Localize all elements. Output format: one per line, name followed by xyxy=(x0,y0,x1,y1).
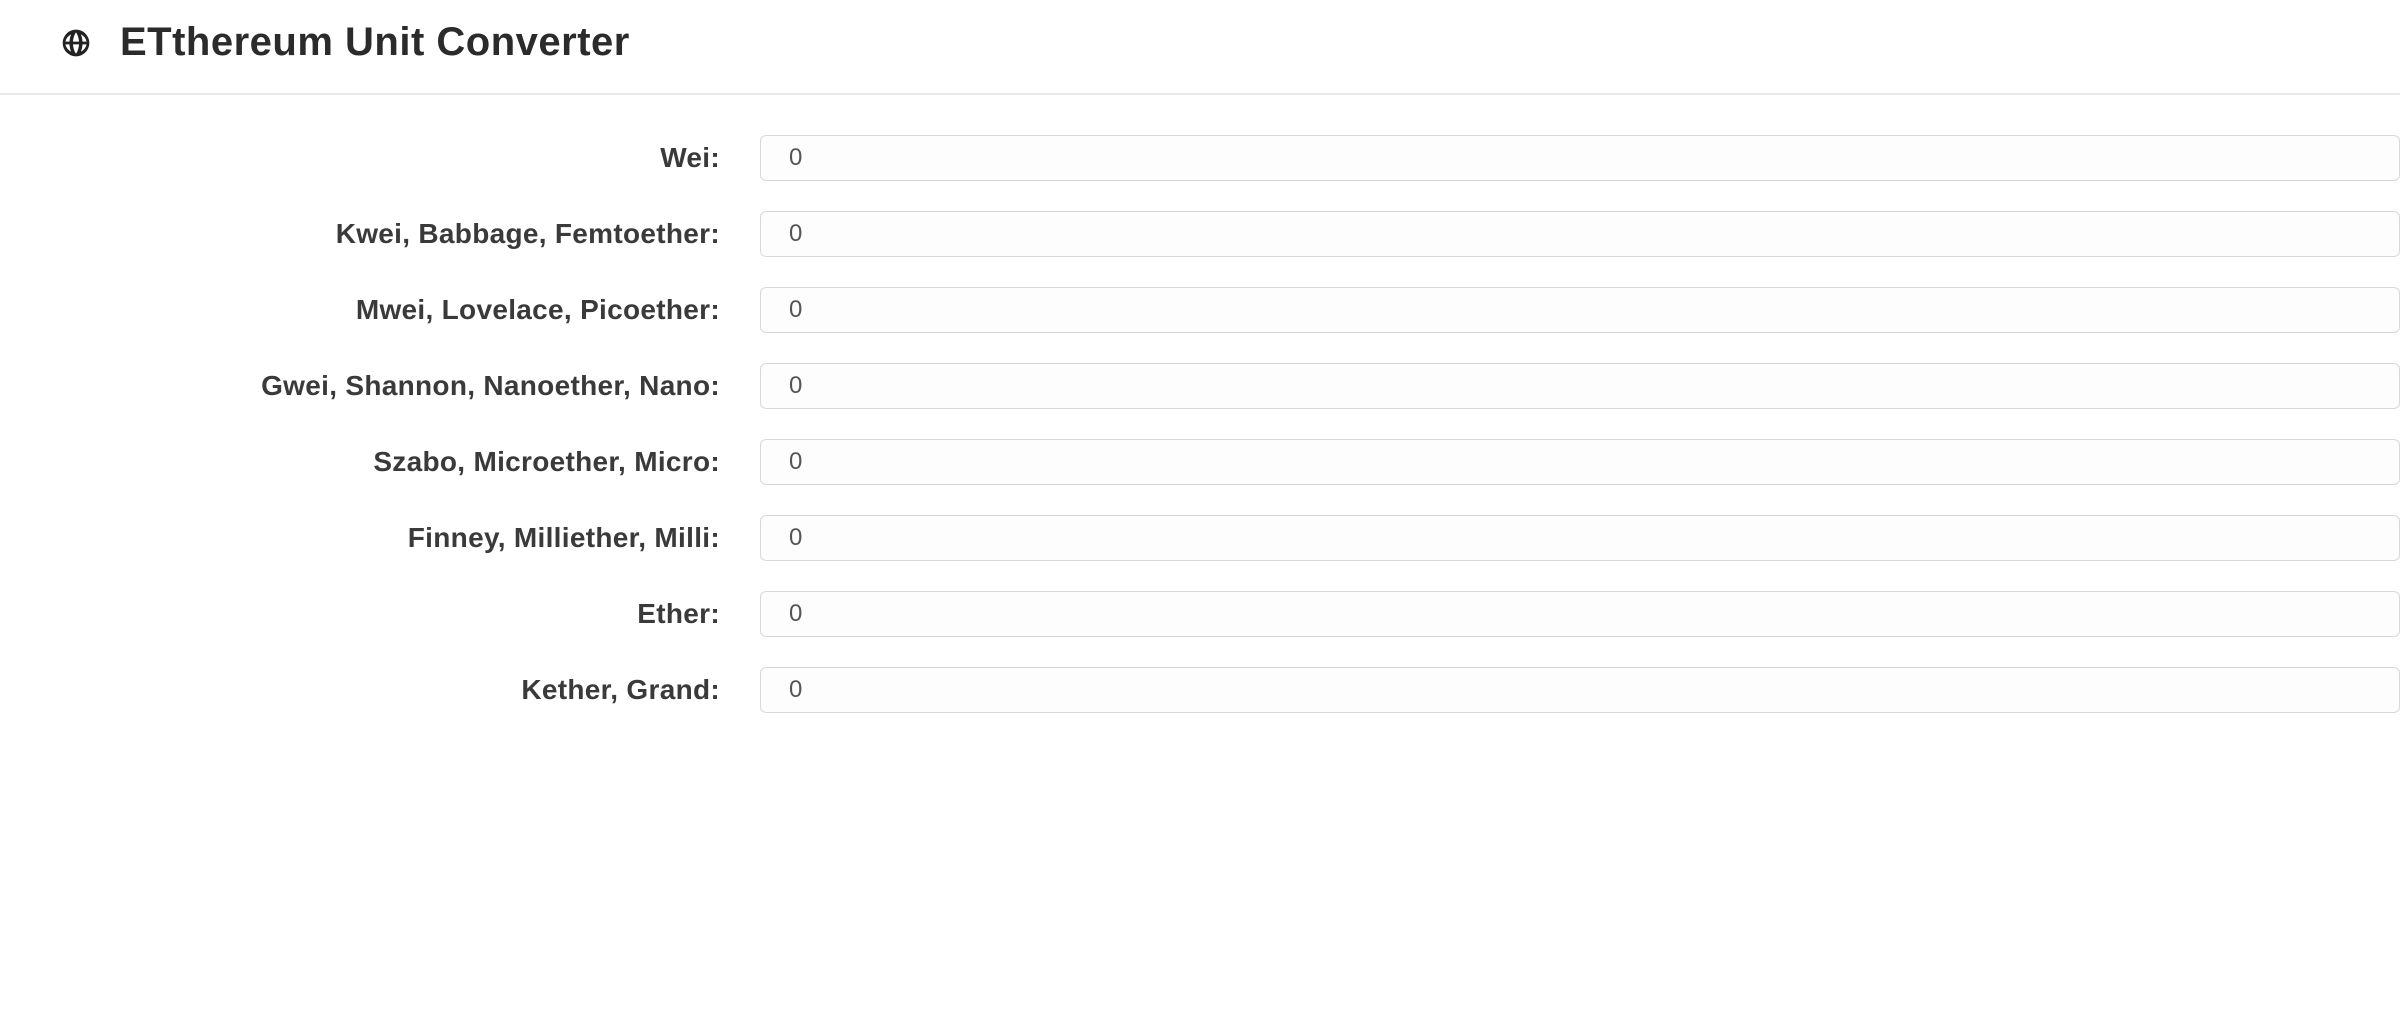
unit-row-wei: Wei: xyxy=(0,135,2400,181)
unit-input-szabo[interactable] xyxy=(760,439,2400,485)
unit-input-gwei[interactable] xyxy=(760,363,2400,409)
unit-input-mwei[interactable] xyxy=(760,287,2400,333)
unit-label-szabo: Szabo, Microether, Micro: xyxy=(0,446,760,478)
unit-row-gwei: Gwei, Shannon, Nanoether, Nano: xyxy=(0,363,2400,409)
unit-row-szabo: Szabo, Microether, Micro: xyxy=(0,439,2400,485)
unit-input-ether[interactable] xyxy=(760,591,2400,637)
unit-label-wei: Wei: xyxy=(0,142,760,174)
unit-label-kwei: Kwei, Babbage, Femtoether: xyxy=(0,218,760,250)
unit-row-ether: Ether: xyxy=(0,591,2400,637)
unit-input-wei[interactable] xyxy=(760,135,2400,181)
unit-label-finney: Finney, Milliether, Milli: xyxy=(0,522,760,554)
unit-row-kether: Kether, Grand: xyxy=(0,667,2400,713)
unit-row-kwei: Kwei, Babbage, Femtoether: xyxy=(0,211,2400,257)
unit-label-mwei: Mwei, Lovelace, Picoether: xyxy=(0,294,760,326)
unit-label-ether: Ether: xyxy=(0,598,760,630)
unit-input-kwei[interactable] xyxy=(760,211,2400,257)
unit-input-kether[interactable] xyxy=(760,667,2400,713)
unit-label-gwei: Gwei, Shannon, Nanoether, Nano: xyxy=(0,370,760,402)
unit-input-finney[interactable] xyxy=(760,515,2400,561)
unit-row-mwei: Mwei, Lovelace, Picoether: xyxy=(0,287,2400,333)
page-header: ETthereum Unit Converter xyxy=(0,0,2400,95)
unit-row-finney: Finney, Milliether, Milli: xyxy=(0,515,2400,561)
globe-icon xyxy=(60,27,92,59)
page-title: ETthereum Unit Converter xyxy=(120,20,630,65)
unit-label-kether: Kether, Grand: xyxy=(0,674,760,706)
converter-form: Wei: Kwei, Babbage, Femtoether: Mwei, Lo… xyxy=(0,95,2400,713)
